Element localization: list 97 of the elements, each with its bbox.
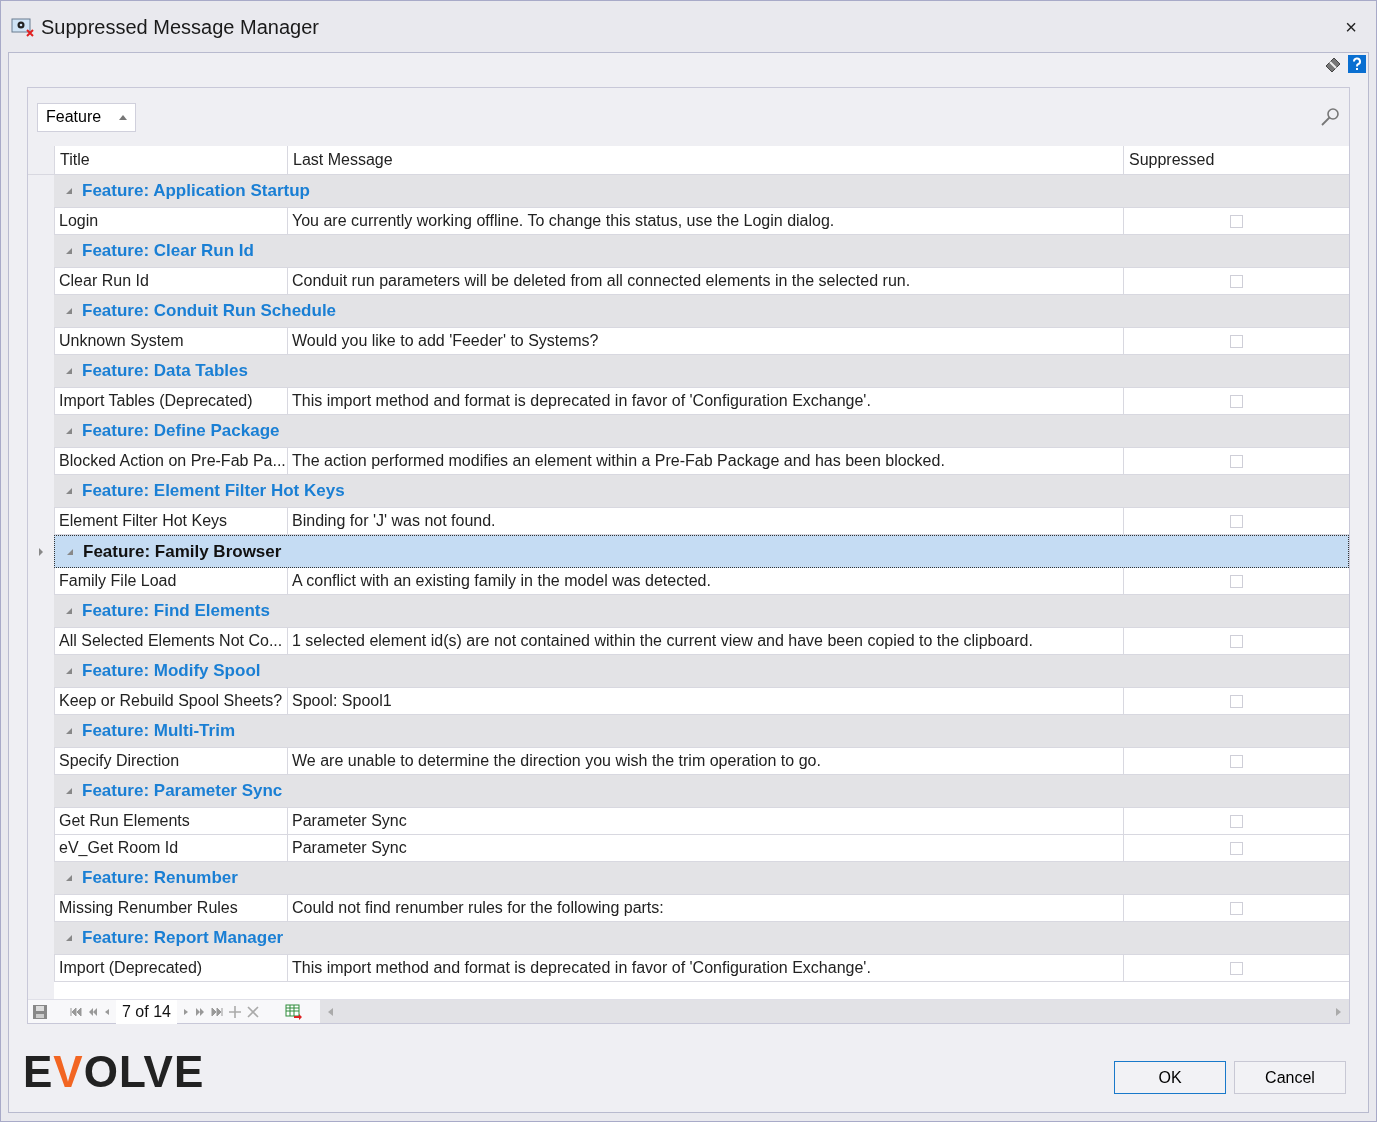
collapse-icon[interactable] <box>66 668 72 674</box>
message-cell: This import method and format is deprecated in favor of 'Configuration Exchange'. <box>287 388 1123 415</box>
group-row[interactable]: Feature: Report Manager <box>54 922 1349 955</box>
suppressed-checkbox[interactable] <box>1230 514 1243 528</box>
message-cell: This import method and format is deprecated in favor of 'Configuration Exchange'. <box>287 955 1123 982</box>
collapse-icon[interactable] <box>66 875 72 881</box>
message-cell: You are currently working offline. To change this status, use the Login dialog. <box>287 208 1123 235</box>
collapse-icon[interactable] <box>66 368 72 374</box>
record-position: 7 of 14 <box>116 999 177 1024</box>
suppressed-checkbox[interactable] <box>1230 841 1243 855</box>
add-icon[interactable] <box>228 1005 241 1018</box>
message-cell: Could not find renumber rules for the following parts: <box>287 895 1123 922</box>
message-cell: The action performed modifies an element within a Pre-Fab Package and has been blocked. <box>287 448 1123 475</box>
message-cell: Binding for 'J' was not found. <box>287 508 1123 535</box>
message-cell: A conflict with an existing family in the model was detected. <box>287 568 1123 595</box>
suppressed-checkbox[interactable] <box>1230 634 1243 648</box>
title-cell: Login <box>54 208 287 235</box>
title-cell: Blocked Action on Pre-Fab Pa... <box>54 448 287 475</box>
title-cell: Import (Deprecated) <box>54 955 287 982</box>
title-cell: Specify Direction <box>54 748 287 775</box>
message-cell: We are unable to determine the direction you wish the trim operation to go. <box>287 748 1123 775</box>
window-title: Suppressed Message Manager <box>41 14 319 40</box>
suppressed-checkbox[interactable] <box>1230 754 1243 768</box>
collapse-icon[interactable] <box>66 935 72 941</box>
first-page-icon[interactable] <box>70 1006 82 1017</box>
title-cell: Import Tables (Deprecated) <box>54 388 287 415</box>
eraser-icon[interactable] <box>1324 55 1342 73</box>
title-cell: Keep or Rebuild Spool Sheets? <box>54 688 287 715</box>
group-row[interactable]: Feature: Application Startup <box>54 175 1349 208</box>
collapse-icon[interactable] <box>67 548 73 555</box>
column-header[interactable]: Title <box>54 146 287 174</box>
column-header[interactable]: Suppressed <box>1123 146 1349 174</box>
message-cell: Parameter Sync <box>287 835 1123 862</box>
collapse-icon[interactable] <box>66 308 72 314</box>
next-record-icon[interactable] <box>182 1006 189 1017</box>
suppressed-checkbox[interactable] <box>1230 334 1243 348</box>
message-cell: Parameter Sync <box>287 808 1123 835</box>
title-cell: eV_Get Room Id <box>54 835 287 862</box>
suppressed-checkbox[interactable] <box>1230 394 1243 408</box>
group-row[interactable]: Feature: Modify Spool <box>54 655 1349 688</box>
title-cell: Clear Run Id <box>54 268 287 295</box>
export-grid-icon[interactable] <box>284 1003 302 1020</box>
dialog-button[interactable]: OK <box>1114 1061 1226 1094</box>
column-header[interactable]: Last Message <box>287 146 1123 174</box>
suppressed-checkbox[interactable] <box>1230 454 1243 468</box>
suppressed-checkbox[interactable] <box>1230 961 1243 975</box>
group-row[interactable]: Feature: Parameter Sync <box>54 775 1349 808</box>
collapse-icon[interactable] <box>66 428 72 434</box>
collapse-icon[interactable] <box>66 488 72 494</box>
last-page-icon[interactable] <box>210 1006 223 1017</box>
app-gear-icon <box>11 15 35 38</box>
title-cell: Unknown System <box>54 328 287 355</box>
suppressed-checkbox[interactable] <box>1230 901 1243 915</box>
group-by-field-chip[interactable]: Feature <box>37 102 137 132</box>
message-cell: 1 selected element id(s) are not contained within the current view and have been copied to the clipboard. <box>287 628 1123 655</box>
group-row[interactable]: Feature: Renumber <box>54 862 1349 895</box>
collapse-icon[interactable] <box>66 188 72 194</box>
collapse-icon[interactable] <box>66 728 72 734</box>
close-button[interactable]: × <box>1336 11 1366 42</box>
group-row[interactable]: Feature: Element Filter Hot Keys <box>54 475 1349 508</box>
suppressed-checkbox[interactable] <box>1230 274 1243 288</box>
collapse-icon[interactable] <box>66 248 72 254</box>
collapse-icon[interactable] <box>66 788 72 794</box>
row-indicator-icon <box>39 547 43 556</box>
search-icon[interactable] <box>1320 107 1340 127</box>
previous-page-icon[interactable] <box>88 1006 98 1017</box>
suppressed-checkbox[interactable] <box>1230 574 1243 588</box>
group-row[interactable]: Feature: Multi-Trim <box>54 715 1349 748</box>
group-row[interactable]: Feature: Find Elements <box>54 595 1349 628</box>
help-icon[interactable] <box>1348 55 1366 73</box>
horizontal-scrollbar[interactable] <box>320 1000 1349 1023</box>
group-row[interactable]: Feature: Define Package <box>54 415 1349 448</box>
previous-record-icon[interactable] <box>104 1006 110 1017</box>
group-row[interactable]: Feature: Clear Run Id <box>54 235 1349 268</box>
title-cell: All Selected Elements Not Co... <box>54 628 287 655</box>
suppressed-checkbox[interactable] <box>1230 214 1243 228</box>
save-icon[interactable] <box>32 1003 48 1020</box>
suppressed-checkbox[interactable] <box>1230 814 1243 828</box>
caret-icon <box>119 114 128 120</box>
next-page-icon[interactable] <box>194 1006 205 1017</box>
suppressed-checkbox[interactable] <box>1230 694 1243 708</box>
title-cell: Family File Load <box>54 568 287 595</box>
dialog-button[interactable]: Cancel <box>1234 1061 1346 1094</box>
message-cell: Would you like to add 'Feeder' to Systems? <box>287 328 1123 355</box>
title-cell: Missing Renumber Rules <box>54 895 287 922</box>
title-cell: Get Run Elements <box>54 808 287 835</box>
scroll-left-icon[interactable] <box>328 1007 333 1016</box>
scroll-right-icon[interactable] <box>1336 1007 1341 1016</box>
message-cell: Spool: Spool1 <box>287 688 1123 715</box>
delete-icon[interactable] <box>246 1005 259 1018</box>
logo: EVOLVE <box>23 1050 205 1094</box>
group-row[interactable]: Feature: Data Tables <box>54 355 1349 388</box>
message-cell: Conduit run parameters will be deleted from all connected elements in the selected run. <box>287 268 1123 295</box>
title-cell: Element Filter Hot Keys <box>54 508 287 535</box>
group-row[interactable]: Feature: Family Browser <box>54 535 1349 568</box>
collapse-icon[interactable] <box>66 608 72 614</box>
group-row[interactable]: Feature: Conduit Run Schedule <box>54 295 1349 328</box>
